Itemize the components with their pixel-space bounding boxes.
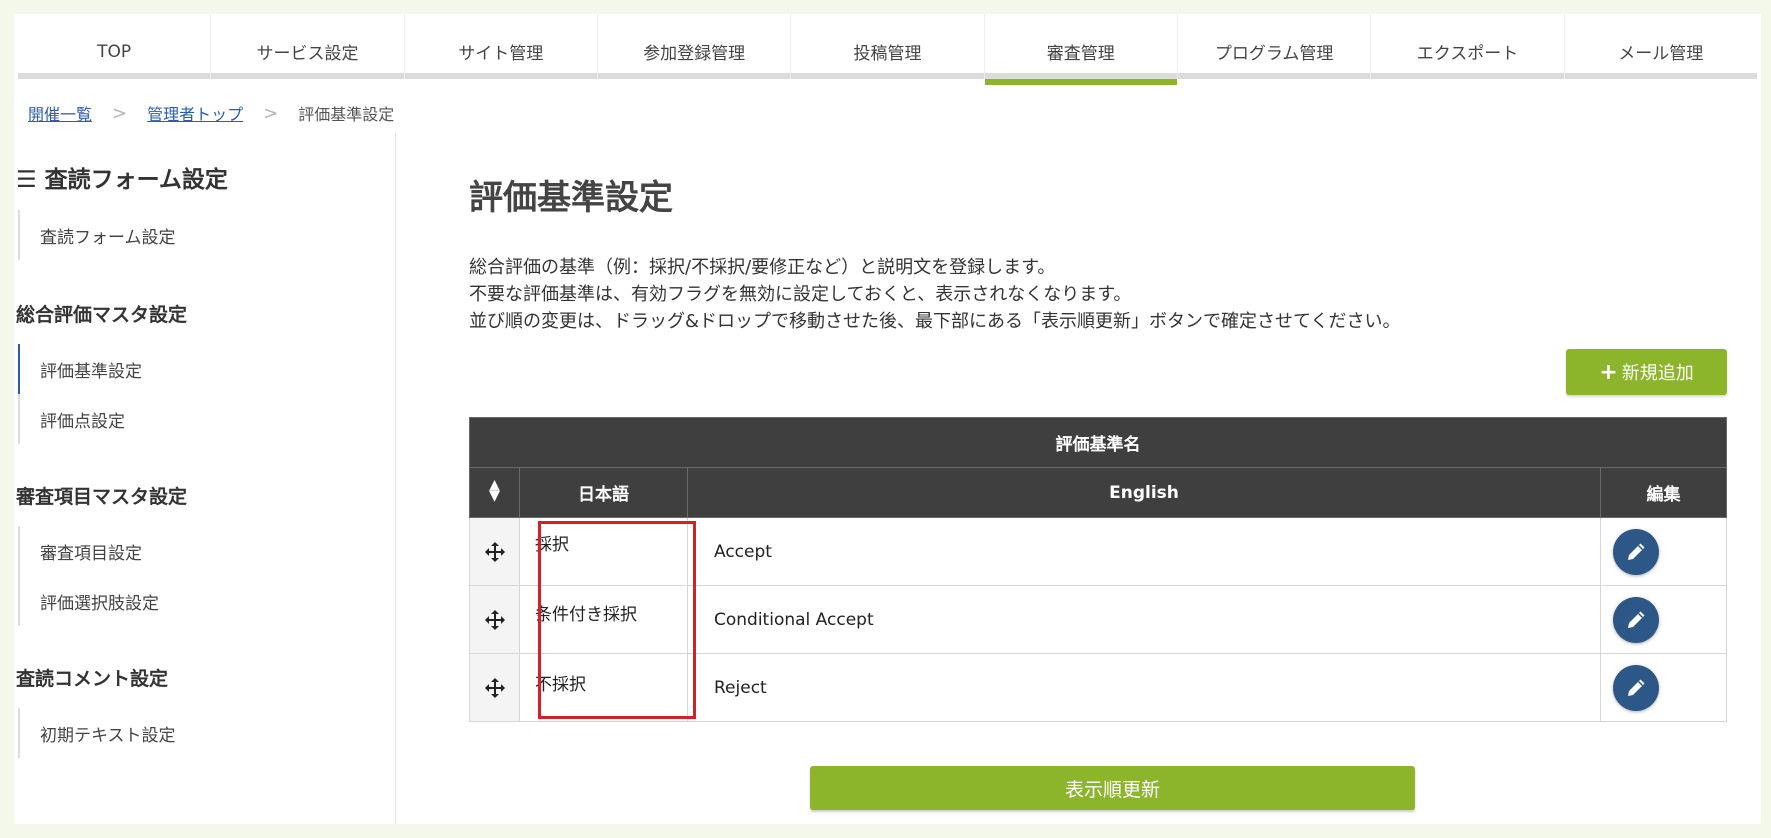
nav-item-service-settings[interactable]: サービス設定 (211, 14, 405, 79)
table-row[interactable]: 採択 Accept (469, 517, 1727, 586)
column-header-japanese: 日本語 (519, 467, 688, 518)
table-header-row: ▲ ▼ 日本語 English 編集 (469, 467, 1727, 518)
pencil-icon (1628, 611, 1645, 628)
sidebar-group-overall: 評価基準設定 評価点設定 (18, 344, 142, 444)
nav-item-mail-management[interactable]: メール管理 (1565, 14, 1757, 79)
cell-edit (1600, 585, 1727, 654)
cell-japanese: 条件付き採択 (519, 585, 688, 654)
sidebar-item-points[interactable]: 評価点設定 (20, 394, 142, 444)
nav-item-registration-management[interactable]: 参加登録管理 (598, 14, 792, 79)
nav-item-export[interactable]: エクスポート (1371, 14, 1565, 79)
sidebar-group-review-items: 審査項目設定 評価選択肢設定 (18, 526, 159, 626)
cell-english: Reject (687, 653, 1601, 722)
column-header-sort[interactable]: ▲ ▼ (469, 467, 520, 518)
edit-button[interactable] (1613, 528, 1659, 575)
edit-button[interactable] (1613, 596, 1659, 643)
description-line: 総合評価の基準（例：採択/不採択/要修正など）と説明文を登録します。 (469, 257, 1056, 278)
table-group-header: 評価基準名 (469, 417, 1727, 468)
pencil-icon (1628, 543, 1645, 560)
sidebar: ☰ 査読フォーム設定 査読フォーム設定 総合評価マスタ設定 評価基準設定 評価点… (14, 132, 396, 824)
nav-item-site-management[interactable]: サイト管理 (405, 14, 598, 79)
sidebar-item-review-form[interactable]: 査読フォーム設定 (20, 210, 176, 260)
cell-japanese: 採択 (519, 517, 688, 586)
column-header-english: English (687, 467, 1601, 518)
move-icon (484, 541, 505, 562)
nav-item-submission-management[interactable]: 投稿管理 (791, 14, 985, 79)
nav-item-review-management[interactable]: 審査管理 (984, 14, 1178, 85)
top-nav: TOP サービス設定 サイト管理 参加登録管理 投稿管理 審査管理 プログラム管… (18, 14, 1757, 85)
drag-handle[interactable] (469, 585, 520, 654)
description-line: 並び順の変更は、ドラッグ&ドロップで移動させた後、最下部にある「表示順更新」ボタ… (469, 311, 1401, 332)
breadcrumb-current: 評価基準設定 (298, 105, 395, 124)
add-new-label: 新規追加 (1621, 363, 1694, 384)
cell-edit (1600, 653, 1727, 722)
drag-handle[interactable] (469, 653, 520, 722)
sidebar-section-comment: 査読コメント設定 (16, 668, 169, 690)
pencil-icon (1628, 679, 1645, 696)
description-line: 不要な評価基準は、有効フラグを無効に設定しておくと、表示されなくなります。 (469, 284, 1132, 305)
page-description: 総合評価の基準（例：採択/不採択/要修正など）と説明文を登録します。 不要な評価… (469, 254, 1401, 335)
breadcrumb: 開催一覧 > 管理者トップ > 評価基準設定 (28, 98, 394, 128)
cell-japanese: 不採択 (519, 653, 688, 722)
sidebar-item-criteria[interactable]: 評価基準設定 (18, 344, 142, 394)
drag-handle[interactable] (469, 517, 520, 586)
page-title: 評価基準設定 (469, 178, 673, 218)
move-icon (484, 677, 505, 698)
table-row[interactable]: 条件付き採択 Conditional Accept (469, 585, 1727, 654)
add-new-button[interactable]: + 新規追加 (1566, 349, 1727, 395)
edit-button[interactable] (1613, 664, 1659, 711)
cell-edit (1600, 517, 1727, 586)
sidebar-item-review-items[interactable]: 審査項目設定 (20, 526, 159, 576)
breadcrumb-link-event-list[interactable]: 開催一覧 (28, 101, 92, 125)
breadcrumb-link-admin-top[interactable]: 管理者トップ (147, 101, 243, 125)
move-icon (484, 609, 505, 630)
table-row[interactable]: 不採択 Reject (469, 653, 1727, 722)
sidebar-group-review-form: 査読フォーム設定 (18, 210, 176, 260)
sidebar-item-choices[interactable]: 評価選択肢設定 (20, 576, 159, 626)
sidebar-section-review-items: 審査項目マスタ設定 (16, 486, 188, 508)
nav-item-program-management[interactable]: プログラム管理 (1178, 14, 1372, 79)
table-group-header-row: 評価基準名 (469, 417, 1727, 468)
cell-english: Conditional Accept (687, 585, 1601, 654)
update-order-button[interactable]: 表示順更新 (810, 766, 1415, 810)
sort-icon: ▲ ▼ (489, 477, 500, 504)
nav-item-top[interactable]: TOP (18, 14, 212, 79)
plus-icon: + (1599, 359, 1618, 385)
sidebar-title: ☰ 査読フォーム設定 (16, 167, 228, 193)
sidebar-item-initial-text[interactable]: 初期テキスト設定 (20, 708, 176, 758)
sidebar-group-comment: 初期テキスト設定 (18, 708, 176, 758)
cell-english: Accept (687, 517, 1601, 586)
sidebar-section-overall: 総合評価マスタ設定 (16, 304, 188, 326)
breadcrumb-separator: > (263, 102, 279, 124)
breadcrumb-separator: > (112, 102, 128, 124)
column-header-edit: 編集 (1600, 467, 1727, 518)
criteria-table: 評価基準名 ▲ ▼ 日本語 English 編集 採択 Accept 条件付き採… (469, 417, 1727, 722)
